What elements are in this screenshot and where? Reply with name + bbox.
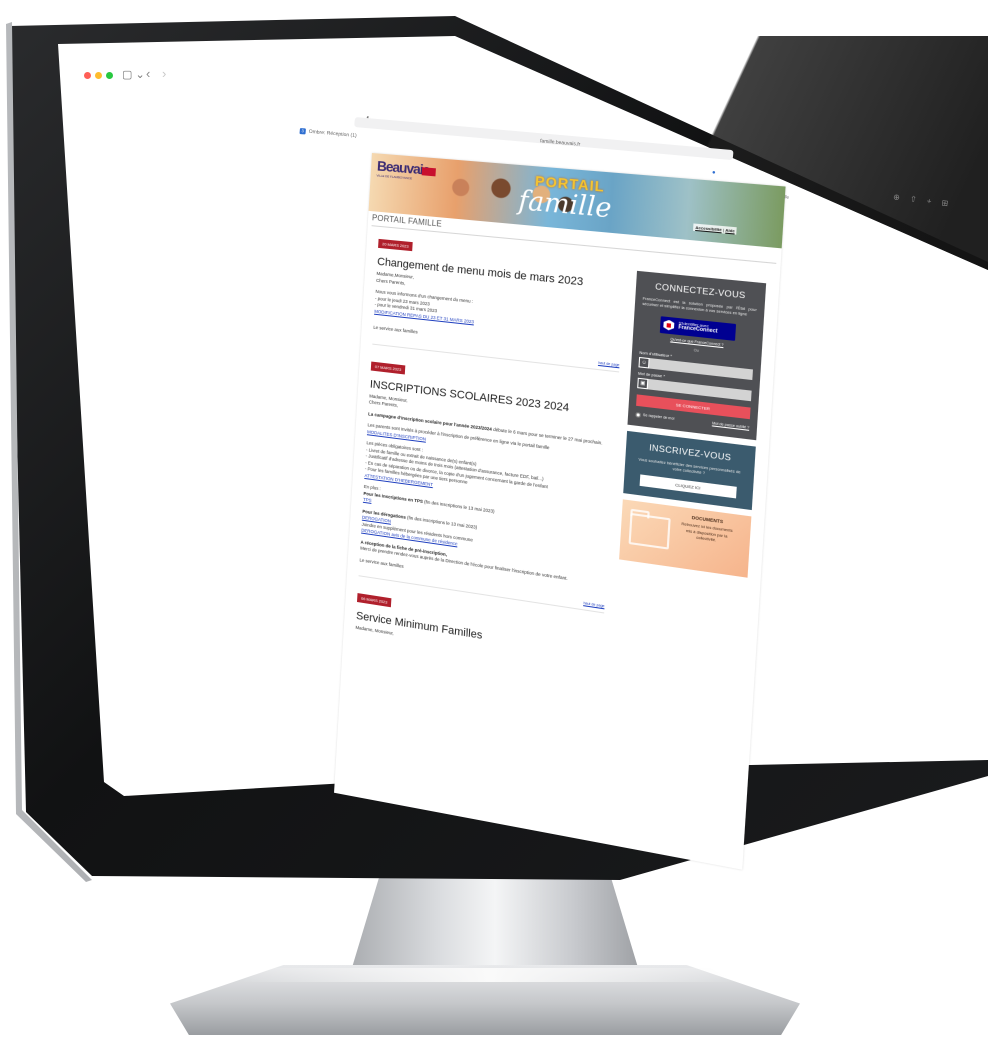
folder-icon <box>628 513 671 550</box>
forgot-password-link[interactable]: Mot de passe oublié ? <box>712 421 749 430</box>
date-badge: 06 MARS 2023 <box>356 593 392 608</box>
remember-me-checkbox[interactable] <box>635 411 641 418</box>
news-article: 20 MARS 2023 Changement de menu mois de … <box>372 232 626 373</box>
date-badge: 20 MARS 2023 <box>378 238 413 252</box>
article-body: Madame, Monsieur, Chers Parents, La camp… <box>359 393 616 601</box>
forward-arrow-icon[interactable]: › <box>162 66 166 81</box>
tps-link[interactable]: TPS <box>363 497 372 503</box>
register-panel: INSCRIVEZ-VOUS Vous souhaitez bénéficier… <box>623 430 756 511</box>
franceconnect-logo-icon <box>663 319 674 331</box>
register-button[interactable]: CLIQUEZ ICI <box>639 474 737 499</box>
monitor-foot-highlight <box>240 968 740 982</box>
minimize-window-icon[interactable] <box>95 72 102 79</box>
date-badge: 07 MARS 2023 <box>370 361 406 375</box>
header-link-separator: | <box>722 227 725 233</box>
franceconnect-line2: FranceConnect <box>678 324 718 335</box>
header-links: Accessibilité | Aide <box>693 223 738 235</box>
sidebar-toggle-icon[interactable]: ▢ ⌄ <box>122 68 145 81</box>
news-list: 20 MARS 2023 Changement de menu mois de … <box>355 232 627 682</box>
remember-me[interactable]: Se rappeler de moi <box>635 411 675 422</box>
back-arrow-icon[interactable]: ‹ <box>146 66 150 81</box>
extension-icon[interactable]: ● <box>712 170 716 176</box>
logo-badge <box>421 167 436 177</box>
user-icon: ☺ <box>638 356 650 369</box>
tab-badge-icon: 3 <box>299 128 306 135</box>
news-article: 07 MARS 2023 INSCRIPTIONS SCOLAIRES 2023… <box>358 354 618 614</box>
documents-panel[interactable]: DOCUMENTS Retrouvez ici les documents mi… <box>619 499 752 578</box>
close-window-icon[interactable] <box>84 72 91 79</box>
remember-me-label: Se rappeler de moi <box>642 413 675 421</box>
fullscreen-window-icon[interactable] <box>106 72 113 79</box>
lock-icon: ▣ <box>637 377 649 389</box>
accessibility-link[interactable]: Accessibilité <box>695 225 722 233</box>
browser-toolbar: ▢ ⌄ ‹ › <box>74 66 494 106</box>
login-panel: CONNECTEZ-VOUS FranceConnect est la solu… <box>627 270 767 440</box>
web-page: Beauvais VILLE DE FLAMBOYANCE PORTAIL fa… <box>334 153 786 870</box>
help-link[interactable]: Aide <box>725 227 735 233</box>
franceconnect-button-label: S'identifier avec FranceConnect <box>678 320 718 335</box>
sidebar-right: CONNECTEZ-VOUS FranceConnect est la solu… <box>619 270 767 578</box>
documents-description: Retrouvez ici les documents mis à dispos… <box>681 522 733 543</box>
